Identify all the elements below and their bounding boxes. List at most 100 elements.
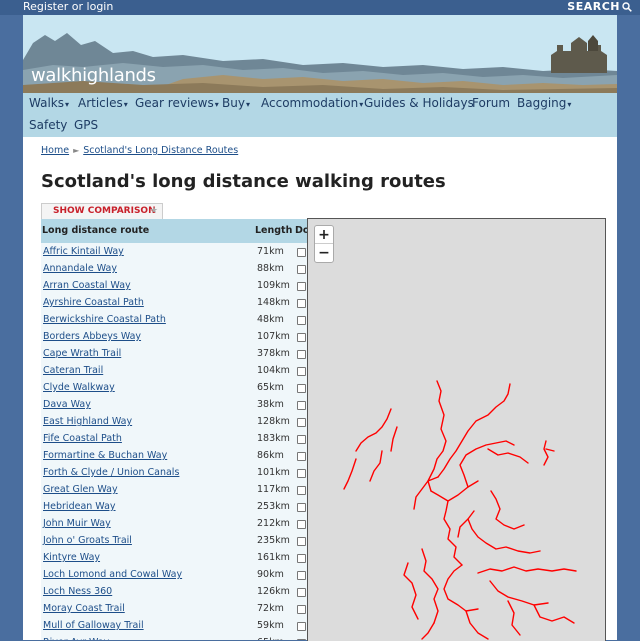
done-checkbox[interactable] (297, 537, 306, 546)
route-link[interactable]: Formartine & Buchan Way (43, 450, 167, 461)
done-checkbox[interactable] (297, 469, 306, 478)
route-length: 109km (257, 280, 290, 291)
nav-accommodation[interactable]: Accommodation▾ (261, 96, 363, 110)
nav-bagging-label: Bagging (517, 96, 567, 110)
done-checkbox[interactable] (297, 486, 306, 495)
done-checkbox[interactable] (297, 418, 306, 427)
done-checkbox[interactable] (297, 299, 306, 308)
register-login-link[interactable]: Register or login (23, 0, 113, 14)
route-line (355, 408, 392, 452)
search-label: SEARCH (567, 0, 620, 13)
route-line (467, 510, 541, 554)
route-link[interactable]: Berwickshire Coastal Path (43, 314, 166, 325)
routes-map[interactable]: + − (307, 218, 606, 641)
table-row: Loch Lomond and Cowal Way 90km (41, 567, 307, 584)
done-checkbox[interactable] (297, 350, 306, 359)
done-checkbox[interactable] (297, 605, 306, 614)
route-link[interactable]: Ayrshire Coastal Path (43, 297, 144, 308)
route-length: 117km (257, 484, 290, 495)
nav-forum[interactable]: Forum (472, 96, 510, 110)
route-link[interactable]: Mull of Galloway Trail (43, 620, 144, 631)
route-line (427, 380, 447, 492)
done-checkbox[interactable] (297, 520, 306, 529)
table-row: Fife Coastal Path 183km (41, 431, 307, 448)
table-row: Hebridean Way 253km (41, 499, 307, 516)
route-link[interactable]: John o' Groats Trail (43, 535, 132, 546)
route-link[interactable]: Fife Coastal Path (43, 433, 122, 444)
done-checkbox[interactable] (297, 248, 306, 257)
route-line (430, 480, 479, 502)
table-header: Long distance route Length Do (41, 219, 307, 243)
route-link[interactable]: Dava Way (43, 399, 91, 410)
route-link[interactable]: East Highland Way (43, 416, 132, 427)
header-route[interactable]: Long distance route (42, 225, 149, 236)
done-checkbox[interactable] (297, 265, 306, 274)
nav-guides-holidays[interactable]: Guides & Holidays (364, 96, 474, 110)
nav-articles[interactable]: Articles▾ (78, 96, 128, 110)
route-length: 128km (257, 416, 290, 427)
done-checkbox[interactable] (297, 588, 306, 597)
done-checkbox[interactable] (297, 452, 306, 461)
done-checkbox[interactable] (297, 384, 306, 393)
zoom-in-button[interactable]: + (315, 226, 333, 244)
route-lines (343, 380, 577, 640)
route-line (545, 448, 555, 452)
done-checkbox[interactable] (297, 282, 306, 291)
done-checkbox[interactable] (297, 622, 306, 631)
show-comparison-button[interactable]: SHOW COMPARISON ★ (41, 203, 163, 220)
nav-safety[interactable]: Safety (29, 118, 67, 132)
search-button[interactable]: SEARCH (567, 0, 632, 14)
site-banner[interactable]: walkhighlands (23, 15, 617, 93)
routes-table: Long distance route Length Do Affric Kin… (41, 219, 307, 640)
chevron-down-icon: ▾ (359, 100, 364, 109)
route-link[interactable]: Forth & Clyde / Union Canals (43, 467, 179, 478)
route-link[interactable]: Affric Kintail Way (43, 246, 124, 257)
chevron-down-icon: ▾ (567, 100, 572, 109)
header-done[interactable]: Do (295, 225, 307, 236)
done-checkbox[interactable] (297, 554, 306, 563)
nav-walks[interactable]: Walks▾ (29, 96, 69, 110)
route-link[interactable]: Moray Coast Trail (43, 603, 125, 614)
done-checkbox[interactable] (297, 367, 306, 376)
route-link[interactable]: Loch Lomond and Cowal Way (43, 569, 182, 580)
table-row: Cateran Trail 104km (41, 363, 307, 380)
route-link[interactable]: Great Glen Way (43, 484, 118, 495)
route-length: 48km (257, 314, 284, 325)
table-row: Annandale Way 88km (41, 261, 307, 278)
route-link[interactable]: Cateran Trail (43, 365, 103, 376)
done-checkbox[interactable] (297, 401, 306, 410)
route-link[interactable]: Annandale Way (43, 263, 117, 274)
done-checkbox[interactable] (297, 435, 306, 444)
table-row: Cape Wrath Trail 378km (41, 346, 307, 363)
walkhighlands-logo[interactable]: walkhighlands (31, 65, 156, 86)
route-link[interactable]: Loch Ness 360 (43, 586, 112, 597)
route-link[interactable]: Hebridean Way (43, 501, 116, 512)
done-checkbox[interactable] (297, 503, 306, 512)
header-length[interactable]: Length (255, 225, 292, 236)
route-link[interactable]: Cape Wrath Trail (43, 348, 121, 359)
route-line (490, 490, 525, 530)
nav-bagging[interactable]: Bagging▾ (517, 96, 571, 110)
route-link[interactable]: John Muir Way (43, 518, 111, 529)
route-link[interactable]: Kintyre Way (43, 552, 100, 563)
route-link[interactable]: Clyde Walkway (43, 382, 115, 393)
nav-gps-label: GPS (74, 118, 99, 132)
route-length: 253km (257, 501, 290, 512)
route-line (457, 518, 469, 538)
done-checkbox[interactable] (297, 316, 306, 325)
table-row: Moray Coast Trail 72km (41, 601, 307, 618)
table-row: River Ayr Way65km (41, 635, 307, 640)
route-link[interactable]: Borders Abbeys Way (43, 331, 141, 342)
done-checkbox[interactable] (297, 333, 306, 342)
nav-gear-reviews[interactable]: Gear reviews▾ (135, 96, 219, 110)
route-line (369, 450, 383, 482)
table-row: John o' Groats Trail 235km (41, 533, 307, 550)
breadcrumb-current[interactable]: Scotland's Long Distance Routes (83, 145, 238, 156)
zoom-out-button[interactable]: − (315, 244, 333, 262)
nav-buy[interactable]: Buy▾ (222, 96, 250, 110)
breadcrumb-home[interactable]: Home (41, 145, 69, 156)
done-checkbox[interactable] (297, 571, 306, 580)
route-link[interactable]: Arran Coastal Way (43, 280, 131, 291)
nav-gps[interactable]: GPS (74, 118, 98, 132)
route-length: 38km (257, 399, 284, 410)
